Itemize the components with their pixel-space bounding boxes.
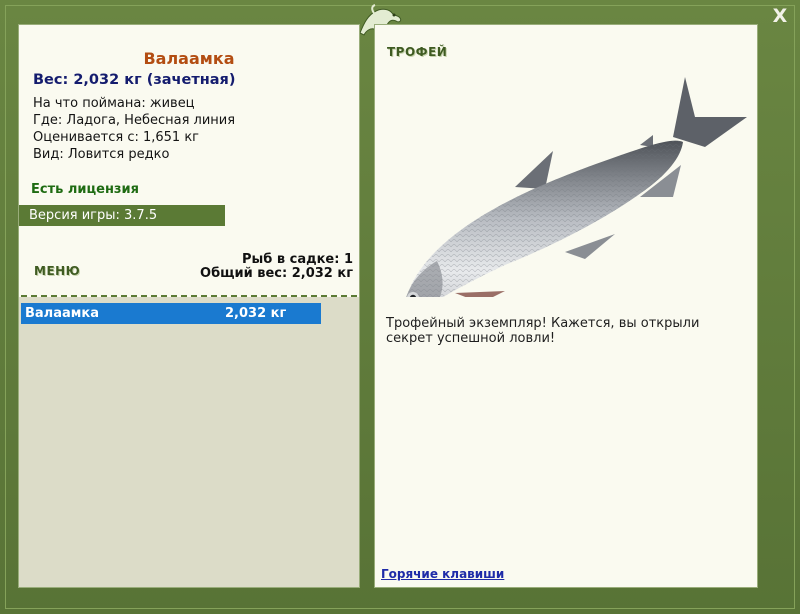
fish-name: Валаамка — [143, 49, 235, 68]
keepnet-summary: Рыб в садке: 1 Общий вес: 2,032 кг — [200, 253, 353, 281]
dashed-divider — [21, 295, 357, 297]
trophy-description: Трофейный экземпляр! Кажется, вы открыли… — [386, 316, 700, 346]
fish-bait: На что поймана: живец — [33, 96, 195, 111]
close-button[interactable]: X — [770, 6, 790, 26]
fish-info-panel: Валаамка Вес: 2,032 кг (зачетная) На что… — [18, 24, 360, 588]
fish-rated-from: Оценивается с: 1,651 кг — [33, 130, 200, 145]
game-version: Версия игры: 3.7.5 — [19, 205, 225, 226]
keepnet-row-name: Валаамка — [25, 306, 99, 321]
keepnet-count: Рыб в садке: 1 — [241, 252, 353, 267]
hotkeys-link[interactable]: Горячие клавиши — [381, 567, 504, 581]
fish-image — [406, 77, 747, 297]
keepnet-row-weight: 2,032 кг — [225, 306, 287, 321]
keepnet-total-weight: Общий вес: 2,032 кг — [200, 266, 353, 281]
menu-button[interactable]: МЕНЮ — [34, 264, 80, 278]
fish-details: На что поймана: живец Где: Ладога, Небес… — [33, 95, 235, 163]
keepnet-list — [19, 297, 359, 587]
license-status: Есть лицензия — [31, 182, 139, 197]
fish-location: Где: Ладога, Небесная линия — [33, 113, 236, 128]
fish-kind: Вид: Ловится редко — [33, 147, 170, 162]
keepnet-row[interactable]: Валаамка 2,032 кг — [21, 303, 321, 324]
fish-weight: Вес: 2,032 кг (зачетная) — [33, 72, 236, 88]
close-icon: X — [772, 5, 788, 27]
trophy-panel: ТРОФЕЙ Трофейный экземпляр! Кажется, вы … — [374, 24, 758, 588]
